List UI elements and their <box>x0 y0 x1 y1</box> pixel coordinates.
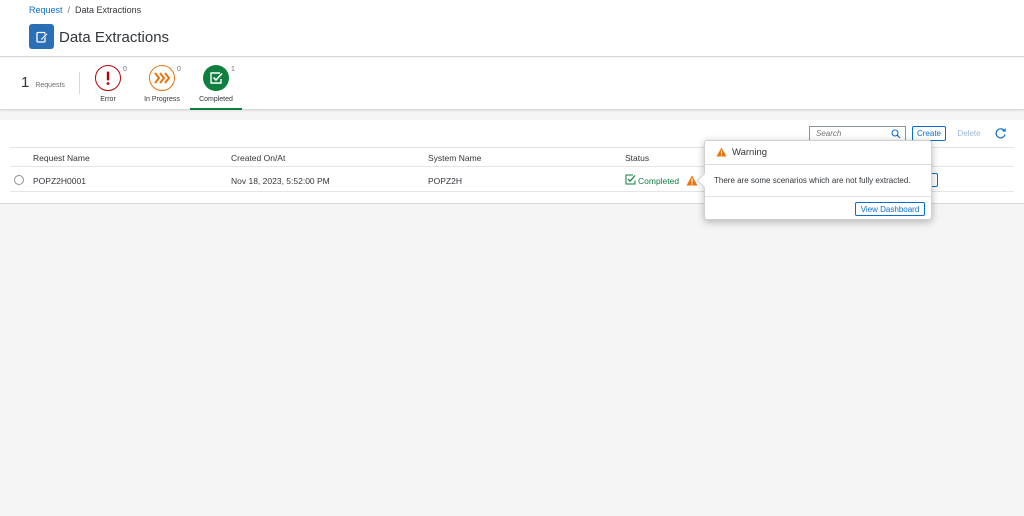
breadcrumb: Request / Data Extractions <box>29 5 141 15</box>
delete-button[interactable]: Delete <box>952 126 986 141</box>
breadcrumb-separator: / <box>67 5 71 15</box>
search-field[interactable] <box>809 126 906 141</box>
cell-created: Nov 18, 2023, 5:52:00 PM <box>231 176 330 186</box>
tab-error-label: Error <box>100 96 116 103</box>
breadcrumb-current: Data Extractions <box>75 5 142 15</box>
exclamation-icon <box>95 65 121 91</box>
fast-forward-icon <box>149 65 175 91</box>
divider <box>79 72 80 94</box>
row-select-radio[interactable] <box>14 175 24 185</box>
tab-error-count: 0 <box>123 66 127 73</box>
popover-header: Warning <box>705 141 931 165</box>
create-button[interactable]: Create <box>912 126 946 141</box>
column-header-status[interactable]: Status <box>625 153 649 163</box>
tab-in-progress[interactable]: 0 In Progress <box>136 65 188 110</box>
tab-in-progress-label: In Progress <box>144 96 180 103</box>
status-filter-bar: 1 Requests 0 Error 0 In Progress 1 Compl… <box>0 58 1024 110</box>
cell-system-name: POPZ2H <box>428 176 463 186</box>
tab-in-progress-count: 0 <box>177 66 181 73</box>
completed-check-icon <box>625 174 636 187</box>
popover-title: Warning <box>732 147 768 158</box>
tab-completed[interactable]: 1 Completed <box>190 65 242 110</box>
page-header: Request / Data Extractions Data Extraction… <box>0 0 1024 57</box>
column-header-system-name[interactable]: System Name <box>428 153 481 163</box>
warning-triangle-icon <box>716 146 727 159</box>
checkbox-icon <box>203 65 229 91</box>
request-count-label: Requests <box>35 82 65 89</box>
column-header-created[interactable]: Created On/At <box>231 153 285 163</box>
breadcrumb-link-request[interactable]: Request <box>29 5 63 15</box>
popover-footer: View Dashboard <box>705 196 931 220</box>
status-text: Completed <box>638 175 680 186</box>
tab-completed-count: 1 <box>231 66 235 73</box>
request-count: 1 Requests <box>21 74 65 91</box>
tab-completed-label: Completed <box>199 96 233 103</box>
edit-document-icon <box>29 24 54 49</box>
popover-message: There are some scenarios which are not f… <box>714 176 911 185</box>
column-header-request-name[interactable]: Request Name <box>33 153 90 163</box>
search-input[interactable] <box>810 127 886 140</box>
cell-request-name: POPZ2H0001 <box>33 176 86 186</box>
refresh-icon[interactable] <box>994 127 1007 140</box>
warning-popover: Warning There are some scenarios which a… <box>704 140 932 220</box>
cell-status: Completed <box>625 174 698 187</box>
tab-error[interactable]: 0 Error <box>82 65 134 110</box>
view-dashboard-button[interactable]: View Dashboard <box>855 202 925 216</box>
page-title: Data Extractions <box>59 29 170 46</box>
request-count-number: 1 <box>21 74 30 91</box>
